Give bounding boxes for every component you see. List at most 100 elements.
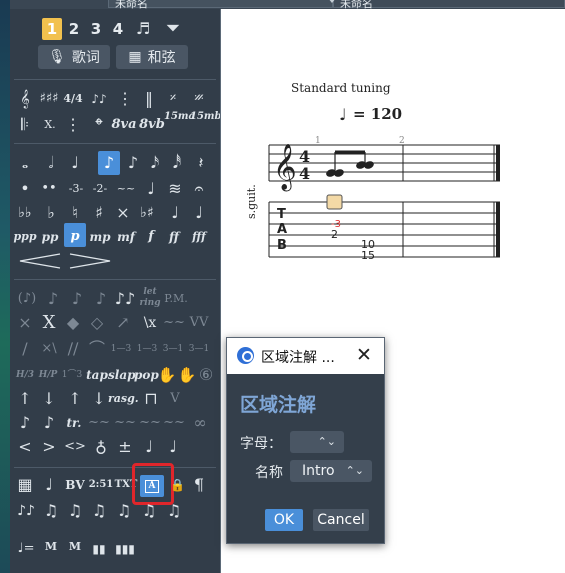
shift-slide-icon[interactable]: ∕∕ [62,339,84,359]
note-chord-1[interactable] [325,152,345,178]
beam-break-icon[interactable]: ♫ [64,501,86,521]
repeat-bar-icon[interactable]: 𝄎 [162,89,184,109]
voice-3-button[interactable]: 3 [86,18,106,40]
beam-group-icon[interactable]: ♫ [40,501,62,521]
natural-icon[interactable]: ♮ [64,203,86,223]
whammy-dip-icon[interactable]: ~~ [138,413,162,433]
repeat-end-icon[interactable]: ⋮ [62,115,84,135]
chord-grid-icon[interactable]: ▦ [14,475,36,495]
key-signature-icon[interactable]: ♯♯♯ [36,89,62,109]
pop-label[interactable]: pop [134,365,159,385]
rest-icon[interactable]: 𝄽 [190,153,212,173]
time-signature-icon[interactable]: 4/4 [62,89,84,109]
staccato-icon[interactable]: ♪ [90,289,112,309]
slide-up-icon[interactable]: 1—3 [108,339,134,359]
thirty-second-note-icon[interactable]: 𝅘𝅥𝅯 [144,153,166,173]
dynamic-ff[interactable]: ff [162,227,186,247]
half-note-icon[interactable]: 𝅗𝅥 [40,153,62,173]
stem-direction-icon[interactable]: ♫ [138,501,160,521]
quarter-note-icon[interactable]: ♩ [64,153,86,173]
volume-bars-icon[interactable]: ▮▮ [88,539,110,559]
double-sharp-icon[interactable]: × [112,203,134,223]
whammy-dive-icon[interactable]: ~~ [112,413,138,433]
whammy-bar-icon[interactable]: ~~ [86,413,112,433]
glissando-icon[interactable]: ♩ [162,437,184,457]
flat-sharp-icon[interactable]: ♭♯ [134,203,160,223]
volume-bars-2-icon[interactable]: ▮▮▮ [112,539,138,559]
trill-note-icon[interactable]: ♪ [14,413,36,433]
free-text-note-icon[interactable]: ♩ [38,475,60,495]
decrescendo-icon[interactable] [69,253,111,269]
rake-icon[interactable]: ×\ [36,339,62,359]
tie-icon[interactable]: ♩ [140,179,162,199]
pick-up-icon[interactable]: ↑ [14,389,36,409]
dynamic-f[interactable]: f [140,227,162,247]
hand-left-icon[interactable]: ✋ [156,365,178,385]
tab-fret-value[interactable]: 15 [361,249,375,262]
score-tab[interactable]: 未命名 [108,0,333,10]
repeat-start-icon[interactable]: 𝄆 [14,115,36,135]
dead-note-icon[interactable]: × [14,313,36,333]
hand-right-icon[interactable]: ✋ [176,365,198,385]
arpeggio-icon[interactable]: ♩ [138,437,160,457]
slide-down-icon[interactable]: 1—3 [134,339,160,359]
slap-label[interactable]: slap [108,365,135,385]
letter-select[interactable]: ⌃⌄ [290,431,344,453]
double-barline-icon[interactable]: ‖ [138,89,160,109]
tempo-mark-icon[interactable]: ♩= [14,539,38,559]
ottava-up-icon[interactable]: 8va [110,115,138,135]
voice-1-button[interactable]: 1 [42,18,62,40]
hammer-icon[interactable]: H/3 [14,365,36,385]
double-dot-icon[interactable]: •• [38,179,60,199]
score-tab-2[interactable]: 未命名 [333,0,565,10]
barre-label[interactable]: BV [62,475,88,495]
note-chord-2[interactable] [355,152,375,170]
pull-off-icon[interactable]: 3—1 [186,339,212,359]
eighth-note-icon[interactable]: ♪ [98,153,120,173]
hammer-pull-icon[interactable]: H/P [36,365,60,385]
ghost-note-icon[interactable]: ♩ [188,203,210,223]
upstroke-icon[interactable]: V [164,389,186,409]
pick-down-icon[interactable]: ↓ [38,389,60,409]
dynamic-fff[interactable]: fff [186,227,212,247]
chevron-down-icon[interactable] [328,0,336,3]
tremolo-picking-icon[interactable]: ♪ [38,413,60,433]
quindicesima-down-icon[interactable]: 15mb [190,111,222,123]
vibrato-icon[interactable]: ~~ [162,313,186,333]
fade-out-icon[interactable]: > [38,437,60,457]
close-icon[interactable]: ✕ [354,344,374,366]
legato-slide-icon[interactable]: 3—1 [160,339,186,359]
beam-icon[interactable]: ♬ [132,19,154,39]
wah-icon[interactable]: ~~ [162,413,186,433]
heavy-accent-icon[interactable]: ♪ [66,289,88,309]
dynamic-ppp[interactable]: ppp [12,227,38,247]
duplet-icon[interactable]: -2- [88,179,112,199]
coda-icon[interactable]: 𝄌 [88,115,110,135]
voice-toggle-icon[interactable]: ⏷ [160,19,186,39]
let-ring-icon[interactable]: let ring [138,287,162,309]
string-number-icon[interactable]: ⑥ [196,365,216,385]
chords-button[interactable]: ▦ 和弦 [116,45,188,69]
ok-button[interactable]: OK [265,509,303,531]
custom-tuplet-icon[interactable]: ~~ [114,179,138,199]
fade-in-icon[interactable]: < [14,437,36,457]
harmonic-icon[interactable]: ◆ [62,313,84,333]
lock-icon[interactable]: 🔒 [170,475,185,495]
lyrics-button[interactable]: 🎙 歌词 [38,45,110,69]
auto-stem-icon[interactable]: ♫ [112,501,136,521]
tab-fret-value[interactable]: 2 [331,228,338,241]
brush-down-icon[interactable]: ↓ [88,389,110,409]
crescendo-icon[interactable] [19,253,61,269]
tremolo-icon[interactable]: ≋ [164,179,186,199]
sixteenth-note-icon[interactable]: ♪ [122,153,144,173]
accent-note-icon[interactable]: ♩ [164,203,186,223]
palm-mute-icon[interactable]: P.M. [162,289,190,309]
open-string-icon[interactable]: ♁ [90,437,112,457]
repeat-two-bars-icon[interactable]: 𝄏 [186,89,212,109]
dynamic-p[interactable]: p [64,227,86,247]
trill-label[interactable]: tr. [62,413,86,433]
accent-icon[interactable]: ♪ [42,289,64,309]
double-flat-icon[interactable]: ♭♭ [14,203,36,223]
paragraph-icon[interactable]: ¶ [188,475,210,495]
tap-label[interactable]: tap [86,365,108,385]
